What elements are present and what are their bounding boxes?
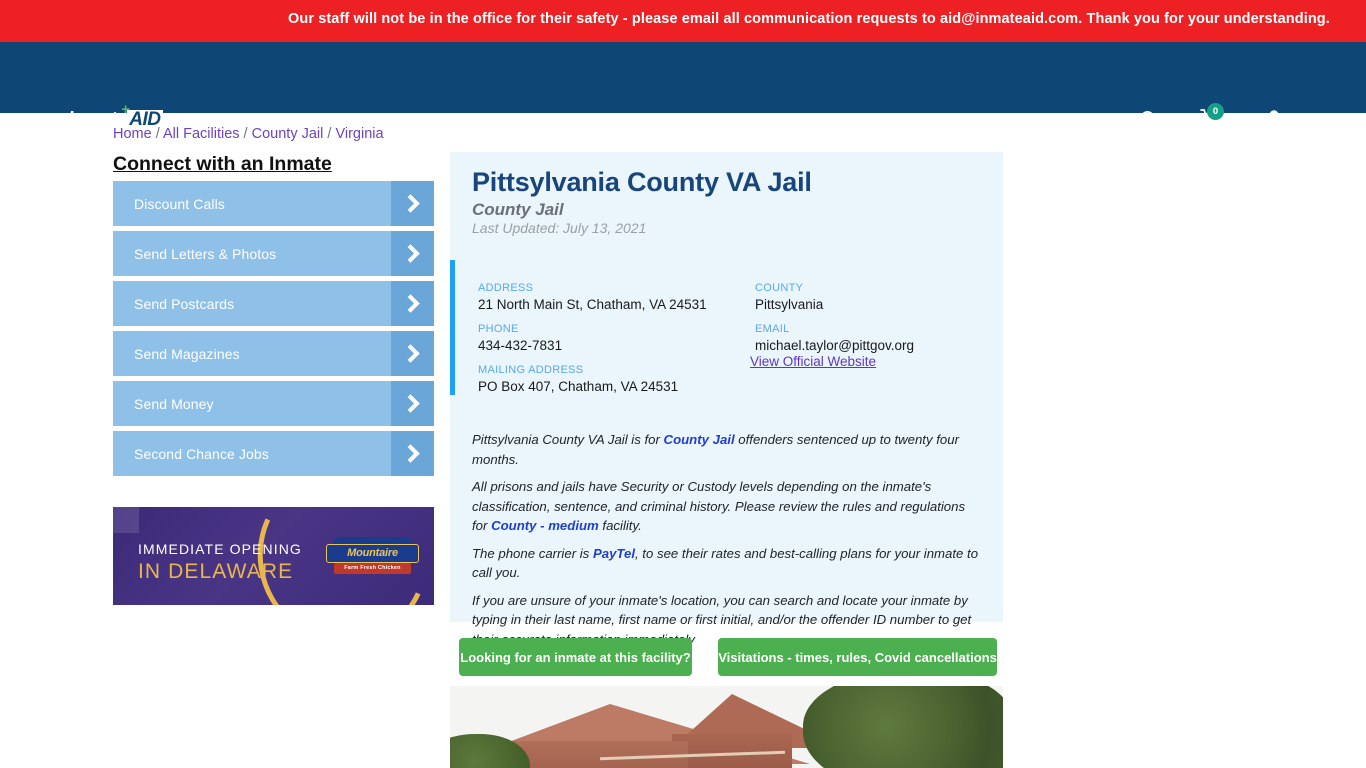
chevron-right-icon [391, 381, 434, 426]
sidebar-heading: Connect with an Inmate [113, 153, 332, 175]
desc-p2-after: facility. [598, 518, 642, 533]
facility-photo [450, 686, 1003, 768]
mailing-address-label: MAILING ADDRESS [478, 364, 584, 376]
chevron-right-icon [391, 281, 434, 326]
sidebar-advertisement[interactable]: IMMEDIATE OPENING IN DELAWARE Mountaire … [113, 507, 434, 605]
sidebar-item-second-chance-jobs[interactable]: Second Chance Jobs [113, 431, 434, 476]
email-value: michael.taylor@pittgov.org [755, 338, 915, 353]
desc-p3-link[interactable]: PayTel [593, 546, 635, 561]
nav-item-discount-calls[interactable]: Discount Calls [589, 110, 695, 126]
ad-corner-accent [113, 507, 139, 533]
alert-banner-text: Our staff will not be in the office for … [288, 11, 1330, 27]
facility-detail-card: Pittsylvania County VA Jail County Jail … [450, 152, 1003, 647]
description-paragraph-3: The phone carrier is PayTel, to see thei… [472, 544, 984, 583]
sidebar-item-send-letters-photos[interactable]: Send Letters & Photos [113, 231, 434, 276]
nav-links: Find An Inmate Prison Directory Discount… [268, 110, 988, 126]
description-paragraph-2: All prisons and jails have Security or C… [472, 477, 984, 536]
alert-banner: Our staff will not be in the office for … [0, 0, 1366, 42]
chevron-right-icon [391, 181, 434, 226]
chevron-right-icon [391, 431, 434, 476]
breadcrumb-separator: / [239, 126, 252, 142]
mountaire-logo: Mountaire Farm Fresh Chicken [326, 537, 419, 577]
breadcrumb-item-all-facilities[interactable]: All Facilities [163, 126, 240, 142]
user-account-icon[interactable] [1265, 109, 1283, 129]
county-label: COUNTY [755, 282, 804, 294]
desc-p2-link[interactable]: County - medium [491, 518, 599, 533]
mailing-address-value: PO Box 407, Chatham, VA 24531 [478, 379, 679, 394]
sidebar-item-send-postcards[interactable]: Send Postcards [113, 281, 434, 326]
sidebar-item-send-magazines[interactable]: Send Magazines [113, 331, 434, 376]
last-updated-label: Last Updated: July 13, 2021 [472, 220, 647, 236]
nav-item-send-to-inmate[interactable]: Send to Inmate [864, 110, 988, 126]
desc-p1-link[interactable]: County Jail [664, 432, 735, 447]
breadcrumb-item-home[interactable]: Home [113, 126, 152, 142]
address-label: ADDRESS [478, 282, 534, 294]
facility-info-block: ADDRESS 21 North Main St, Chatham, VA 24… [450, 260, 1003, 395]
ad-headline-primary: IMMEDIATE OPENING [138, 541, 302, 557]
chevron-down-icon [979, 115, 988, 121]
breadcrumb-item-county-jail[interactable]: County Jail [252, 126, 324, 142]
breadcrumb-item-virginia[interactable]: Virginia [335, 126, 383, 142]
email-label: EMAIL [755, 323, 790, 335]
cart-count-badge: 0 [1207, 103, 1224, 120]
sidebar-item-label: Send Magazines [134, 345, 240, 362]
ad-logo-brand: Mountaire [326, 544, 419, 563]
main-navigation-bar: inmate + AID Find An Inmate Prison Direc… [0, 42, 1366, 130]
plus-icon: + [121, 101, 130, 118]
sidebar-item-label: Discount Calls [134, 195, 225, 212]
desc-p1-before: Pittsylvania County VA Jail is for [472, 432, 664, 447]
search-icon[interactable] [1139, 109, 1159, 129]
chevron-right-icon [391, 331, 434, 376]
page-root: Our staff will not be in the office for … [0, 0, 1366, 768]
view-official-website-link[interactable]: View Official Website [750, 354, 876, 369]
sidebar-item-discount-calls[interactable]: Discount Calls [113, 181, 434, 226]
desc-p3-before: The phone carrier is [472, 545, 593, 561]
facility-type-label: County Jail [472, 200, 564, 219]
nav-item-prison-directory[interactable]: Prison Directory [425, 110, 544, 126]
sidebar-item-label: Send Letters & Photos [134, 245, 277, 262]
sidebar-item-label: Send Postcards [134, 295, 235, 312]
phone-value: 434-432-7831 [478, 338, 563, 353]
chevron-right-icon [391, 231, 434, 276]
phone-label: PHONE [478, 323, 519, 335]
breadcrumb: Home / All Facilities / County Jail / Vi… [113, 126, 384, 142]
breadcrumb-separator: / [151, 126, 163, 142]
search-inmate-button[interactable]: Looking for an inmate at this facility? [459, 638, 692, 676]
page-title: Pittsylvania County VA Jail [472, 167, 812, 197]
address-value: 21 North Main St, Chatham, VA 24531 [478, 297, 707, 312]
county-value: Pittsylvania [755, 297, 824, 312]
photo-tree-right [803, 686, 1003, 768]
breadcrumb-separator: / [323, 126, 336, 142]
nav-item-send-to-inmate-label: Send to Inmate [864, 110, 974, 126]
ad-headline-secondary: IN DELAWARE [138, 560, 294, 583]
sidebar-item-send-money[interactable]: Send Money [113, 381, 434, 426]
ad-logo-tagline: Farm Fresh Chicken [334, 563, 411, 574]
visitations-button[interactable]: Visitations - times, rules, Covid cancel… [718, 638, 997, 676]
nav-item-magazines[interactable]: Magazines [741, 110, 817, 126]
sidebar-item-label: Send Money [134, 395, 214, 412]
sidebar-item-label: Second Chance Jobs [134, 445, 269, 462]
description-paragraph-1: Pittsylvania County VA Jail is for Count… [472, 430, 984, 469]
sidebar-menu: Discount Calls Send Letters & Photos Sen… [113, 181, 434, 481]
nav-item-find-an-inmate[interactable]: Find An Inmate [268, 110, 377, 126]
facility-description: Pittsylvania County VA Jail is for Count… [472, 430, 984, 657]
